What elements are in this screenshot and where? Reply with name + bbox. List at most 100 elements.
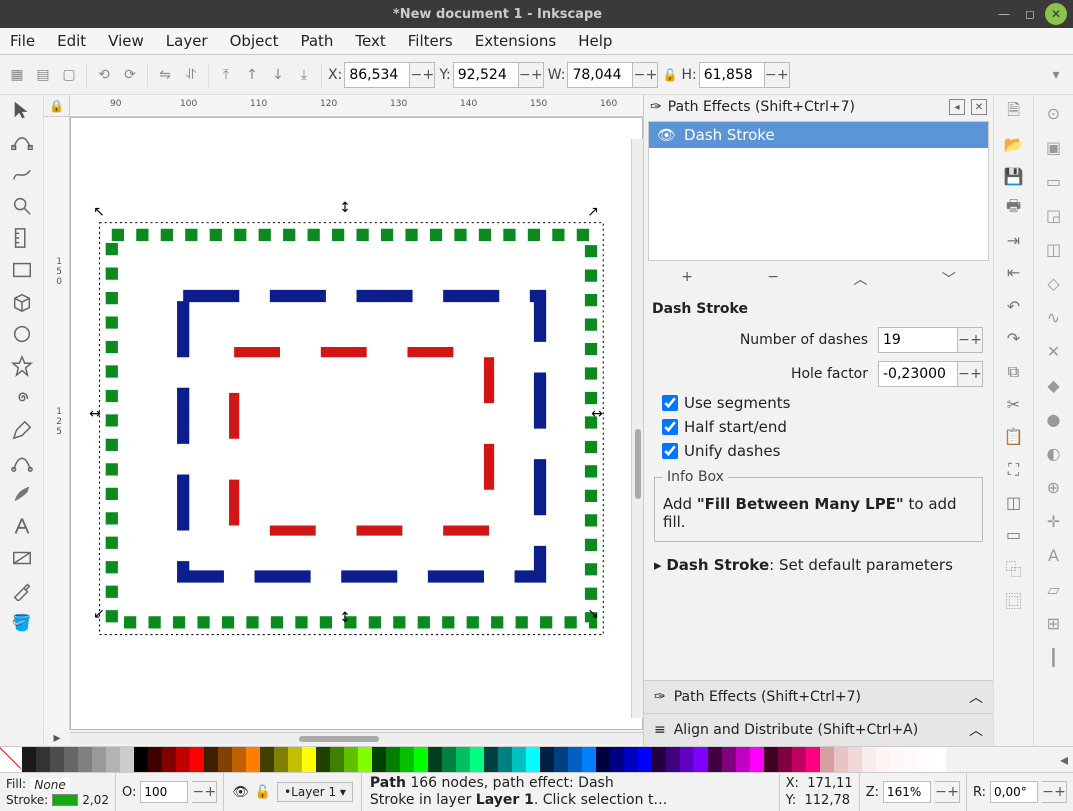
palette-none-swatch[interactable] <box>0 747 22 772</box>
layer-lock-icon[interactable]: 🔓 <box>255 785 271 800</box>
horizontal-ruler[interactable]: 90 100 110 120 130 140 150 160 <box>70 95 643 117</box>
zoom-tool-icon[interactable] <box>9 193 35 219</box>
palette-swatch[interactable] <box>680 747 694 772</box>
palette-swatch[interactable] <box>750 747 764 772</box>
palette-swatch[interactable] <box>470 747 484 772</box>
toolbar-overflow-icon[interactable]: ▾ <box>1045 64 1067 86</box>
undo-icon[interactable]: ↶ <box>1003 295 1025 317</box>
redo-icon[interactable]: ↷ <box>1003 327 1025 349</box>
stroke-swatch[interactable] <box>52 794 78 806</box>
open-doc-icon[interactable]: 📂 <box>1003 133 1025 155</box>
menu-extensions[interactable]: Extensions <box>471 30 560 52</box>
snap-bbox-corner-icon[interactable]: ◲ <box>1042 203 1066 227</box>
palette-swatch[interactable] <box>260 747 274 772</box>
palette-swatch[interactable] <box>890 747 904 772</box>
zoom-page-icon[interactable]: ▭ <box>1003 523 1025 545</box>
snap-intersection-icon[interactable]: ✕ <box>1042 339 1066 363</box>
clone-icon[interactable]: ⿴ <box>1003 589 1025 611</box>
palette-swatch[interactable] <box>400 747 414 772</box>
opacity-dec[interactable]: − <box>192 780 204 804</box>
canvas[interactable]: ↖ ↕ ↗ ↔ ↔ ↙ ↕ ↘ <box>70 117 643 730</box>
palette-swatch[interactable] <box>792 747 806 772</box>
selection-handle-nw[interactable]: ↖ <box>93 206 105 218</box>
hole-dec[interactable]: − <box>958 362 970 386</box>
raise-icon[interactable]: ↑ <box>241 64 263 86</box>
selector-tool-icon[interactable] <box>9 97 35 123</box>
new-doc-icon[interactable]: 🗎 <box>1003 101 1025 123</box>
dock-close-button[interactable]: ✕ <box>971 99 987 115</box>
vertical-ruler[interactable]: 1 5 0 1 2 5 <box>44 117 70 730</box>
palette-swatch[interactable] <box>134 747 148 772</box>
w-dec[interactable]: − <box>633 63 645 87</box>
palette-swatch[interactable] <box>92 747 106 772</box>
menu-text[interactable]: Text <box>351 30 389 52</box>
effect-row-dash-stroke[interactable]: 👁 Dash Stroke <box>649 122 988 148</box>
palette-swatch[interactable] <box>162 747 176 772</box>
selection-handle-e[interactable]: ↔ <box>591 408 603 420</box>
layer-selector[interactable]: •Layer 1 ▾ <box>277 782 353 802</box>
snap-rotation-icon[interactable]: ✛ <box>1042 509 1066 533</box>
num-dashes-inc[interactable]: + <box>970 328 982 352</box>
snap-page-icon[interactable]: ▱ <box>1042 577 1066 601</box>
menu-path[interactable]: Path <box>296 30 337 52</box>
palette-swatch[interactable] <box>820 747 834 772</box>
window-maximize-button[interactable]: ◻ <box>1019 3 1041 25</box>
snap-midpoint-icon[interactable]: ◐ <box>1042 441 1066 465</box>
select-all-icon[interactable]: ▦ <box>6 64 28 86</box>
zoom-dec[interactable]: − <box>935 780 947 804</box>
rot-inc[interactable]: + <box>1054 780 1066 804</box>
snap-cusp-icon[interactable]: ◆ <box>1042 373 1066 397</box>
zoom-fit-icon[interactable]: ⛶ <box>1003 459 1025 481</box>
zoom-drawing-icon[interactable]: ◫ <box>1003 491 1025 513</box>
w-input[interactable] <box>567 62 633 88</box>
palette-swatch[interactable] <box>456 747 470 772</box>
unify-dashes-checkbox[interactable] <box>662 443 678 459</box>
snap-guide-icon[interactable]: ┃ <box>1042 645 1066 669</box>
ellipse-tool-icon[interactable] <box>9 321 35 347</box>
w-inc[interactable]: + <box>645 63 657 87</box>
snap-bbox-midpt-icon[interactable]: ◫ <box>1042 237 1066 261</box>
opacity-input[interactable] <box>140 781 188 803</box>
layer-visibility-icon[interactable]: 👁 <box>232 785 249 800</box>
palette-swatch[interactable] <box>176 747 190 772</box>
palette-swatch[interactable] <box>764 747 778 772</box>
cut-icon[interactable]: ✂ <box>1003 393 1025 415</box>
palette-swatch[interactable] <box>904 747 918 772</box>
palette-swatch[interactable] <box>344 747 358 772</box>
rot-dec[interactable]: − <box>1042 780 1054 804</box>
visibility-icon[interactable]: 👁 <box>657 126 676 144</box>
palette-swatch[interactable] <box>316 747 330 772</box>
rotate-ccw-icon[interactable]: ⟲ <box>93 64 115 86</box>
selection-handle-s[interactable]: ↕ <box>339 612 351 624</box>
palette-swatch[interactable] <box>652 747 666 772</box>
palette-swatch[interactable] <box>596 747 610 772</box>
palette-swatch[interactable] <box>386 747 400 772</box>
x-dec[interactable]: − <box>410 63 422 87</box>
selection-handle-sw[interactable]: ↙ <box>93 608 105 620</box>
palette-swatch[interactable] <box>442 747 456 772</box>
snap-enable-icon[interactable]: ⊙ <box>1042 101 1066 125</box>
opacity-inc[interactable]: + <box>204 780 216 804</box>
number-of-dashes-input[interactable] <box>878 327 958 353</box>
palette-swatch[interactable] <box>778 747 792 772</box>
rotate-cw-icon[interactable]: ⟳ <box>119 64 141 86</box>
zoom-input[interactable] <box>883 781 931 803</box>
spiral-tool-icon[interactable] <box>9 385 35 411</box>
collapsed-tab-align[interactable]: ≡Align and Distribute (Shift+Ctrl+A)︿ <box>644 713 993 746</box>
import-icon[interactable]: ⇥ <box>1003 229 1025 251</box>
selection-handle-w[interactable]: ↔ <box>89 408 101 420</box>
y-inc[interactable]: + <box>531 63 543 87</box>
raise-top-icon[interactable]: ⤒ <box>215 64 237 86</box>
selection-handle-se[interactable]: ↘ <box>587 608 599 620</box>
palette-swatch[interactable] <box>148 747 162 772</box>
star-tool-icon[interactable] <box>9 353 35 379</box>
snap-text-icon[interactable]: A <box>1042 543 1066 567</box>
palette-swatch[interactable] <box>834 747 848 772</box>
palette-swatch[interactable] <box>372 747 386 772</box>
palette-swatch[interactable] <box>288 747 302 772</box>
palette-swatch[interactable] <box>64 747 78 772</box>
deselect-icon[interactable]: ▢ <box>58 64 80 86</box>
node-tool-icon[interactable] <box>9 129 35 155</box>
palette-swatch[interactable] <box>218 747 232 772</box>
snap-path-icon[interactable]: ∿ <box>1042 305 1066 329</box>
